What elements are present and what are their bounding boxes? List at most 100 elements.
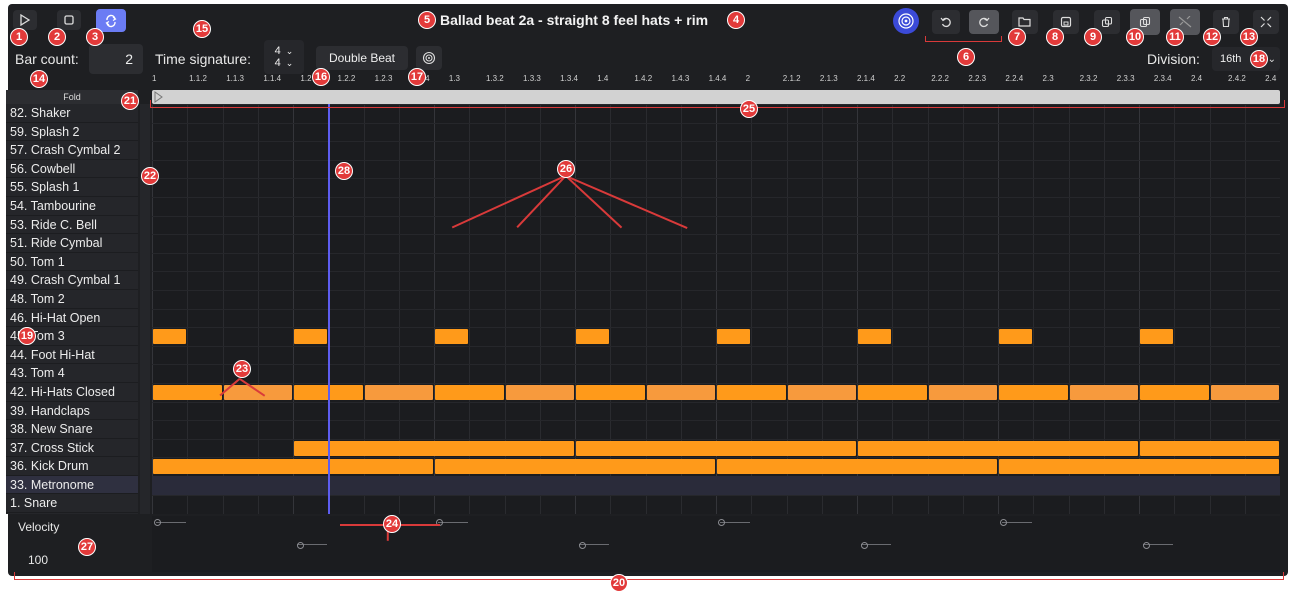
double-beat-button[interactable]: Double Beat [316,46,408,70]
ruler-tick-label: 2.2.4 [1005,74,1024,83]
track-row[interactable]: 82. Shaker [6,104,138,123]
time-signature-top: 4 [274,45,281,57]
stop-button[interactable] [57,10,81,30]
grid-row-line [152,457,1280,459]
velocity-handle[interactable] [297,542,304,549]
ruler-tick-label: 2.3 [1042,74,1054,83]
velocity-handle[interactable] [579,542,586,549]
note-block[interactable] [294,329,328,345]
annotation-bracket-20 [14,572,1284,580]
note-block[interactable] [646,385,715,400]
division-select[interactable]: 16th ⌄ [1212,47,1280,71]
bar-count-input[interactable]: 2 [89,44,143,74]
note-block[interactable] [858,385,927,400]
pattern-title: Ballad beat 2a - straight 8 feel hats + … [440,12,709,28]
track-row[interactable]: 37. Cross Stick [6,439,138,458]
note-block[interactable] [999,329,1033,345]
track-row[interactable]: 57. Crash Cymbal 2 [6,141,138,160]
track-row[interactable]: 53. Ride C. Bell [6,216,138,235]
note-block[interactable] [717,459,997,475]
time-signature-selector[interactable]: 4 ⌄ 4 ⌄ [264,40,304,74]
note-block[interactable] [1140,440,1279,456]
note-block[interactable] [1140,329,1174,345]
collapse-icon [1260,16,1272,28]
note-block[interactable] [435,459,715,475]
grid-row-line [152,271,1280,273]
track-row[interactable]: 54. Tambourine [6,197,138,216]
note-block[interactable] [153,385,222,400]
track-row[interactable]: 59. Splash 2 [6,123,138,142]
note-block[interactable] [858,440,1138,456]
track-row[interactable]: 55. Splash 1 [6,178,138,197]
note-block[interactable] [364,385,433,400]
ruler-tick-label: 2.2 [894,74,906,83]
track-row[interactable]: 1. Snare [6,494,138,514]
note-block[interactable] [999,385,1068,400]
note-block[interactable] [576,440,856,456]
midi-signal-button[interactable] [893,8,919,34]
note-block[interactable] [999,459,1279,475]
velocity-handle[interactable] [718,519,725,526]
annotation-badge: 11 [1166,28,1184,46]
ruler-tick-label: 2.3.3 [1116,74,1135,83]
note-block[interactable] [1069,385,1138,400]
metronome-toggle-button[interactable] [416,46,442,70]
note-block[interactable] [435,385,504,400]
playhead-line[interactable] [328,104,330,514]
fold-button[interactable]: Fold [6,90,138,104]
note-block[interactable] [576,385,645,400]
grid-row-line [152,438,1280,440]
annotation-badge: 1 [10,28,28,46]
track-row[interactable]: 49. Crash Cymbal 1 [6,271,138,290]
track-row[interactable]: 33. Metronome [6,475,138,495]
note-block[interactable] [153,459,433,475]
track-row[interactable]: 43. Tom 4 [6,364,138,383]
note-block[interactable] [1140,385,1209,400]
grid-row-line [152,494,1280,496]
track-row[interactable]: 44. Foot Hi-Hat [6,346,138,365]
redo-button[interactable] [969,10,999,34]
velocity-handle[interactable] [154,519,161,526]
note-block[interactable] [928,385,997,400]
velocity-handle[interactable] [1143,542,1150,549]
track-resize-handle[interactable] [140,104,150,514]
track-row[interactable]: 42. Hi-Hats Closed [6,383,138,402]
note-block[interactable] [717,385,786,400]
division-value: 16th [1220,53,1242,65]
ruler-tick-label: 2.4 [1265,74,1277,83]
note-block[interactable] [505,385,574,400]
velocity-lane[interactable] [152,516,1280,572]
ruler-tick-label: 2.1.2 [782,74,801,83]
note-block[interactable] [576,329,610,345]
chevron-down-icon: ⌄ [285,57,294,68]
track-row[interactable]: 48. Tom 2 [6,290,138,309]
time-signature-bottom: 4 [274,57,281,69]
ruler-tick-label: 1.2.3 [374,74,393,83]
track-row[interactable]: 46. Hi-Hat Open [6,309,138,328]
loop-button[interactable] [96,9,126,32]
ruler-tick-label: 1.1.4 [263,74,282,83]
velocity-handle[interactable] [861,542,868,549]
note-block[interactable] [858,329,892,345]
track-row[interactable]: 39. Handclaps [6,402,138,421]
velocity-value[interactable]: 100 [28,553,48,567]
note-block[interactable] [1210,385,1279,400]
pattern-grid[interactable] [152,104,1280,514]
play-button[interactable] [13,10,37,30]
annotation-badge: 13 [1240,28,1258,46]
velocity-handle[interactable] [1000,519,1007,526]
note-block[interactable] [435,329,469,345]
track-row[interactable]: 56. Cowbell [6,160,138,179]
track-row[interactable]: 50. Tom 1 [6,253,138,272]
track-row[interactable]: 51. Ride Cymbal [6,234,138,253]
note-block[interactable] [787,385,856,400]
undo-button[interactable] [932,10,960,34]
annotation-badge: 28 [335,162,353,180]
track-row[interactable]: 38. New Snare [6,420,138,439]
note-block[interactable] [294,440,574,456]
note-block[interactable] [717,329,751,345]
note-block[interactable] [153,329,187,345]
annotation-badge: 19 [18,327,36,345]
collapse-button[interactable] [1253,10,1279,34]
track-row[interactable]: 36. Kick Drum [6,457,138,476]
